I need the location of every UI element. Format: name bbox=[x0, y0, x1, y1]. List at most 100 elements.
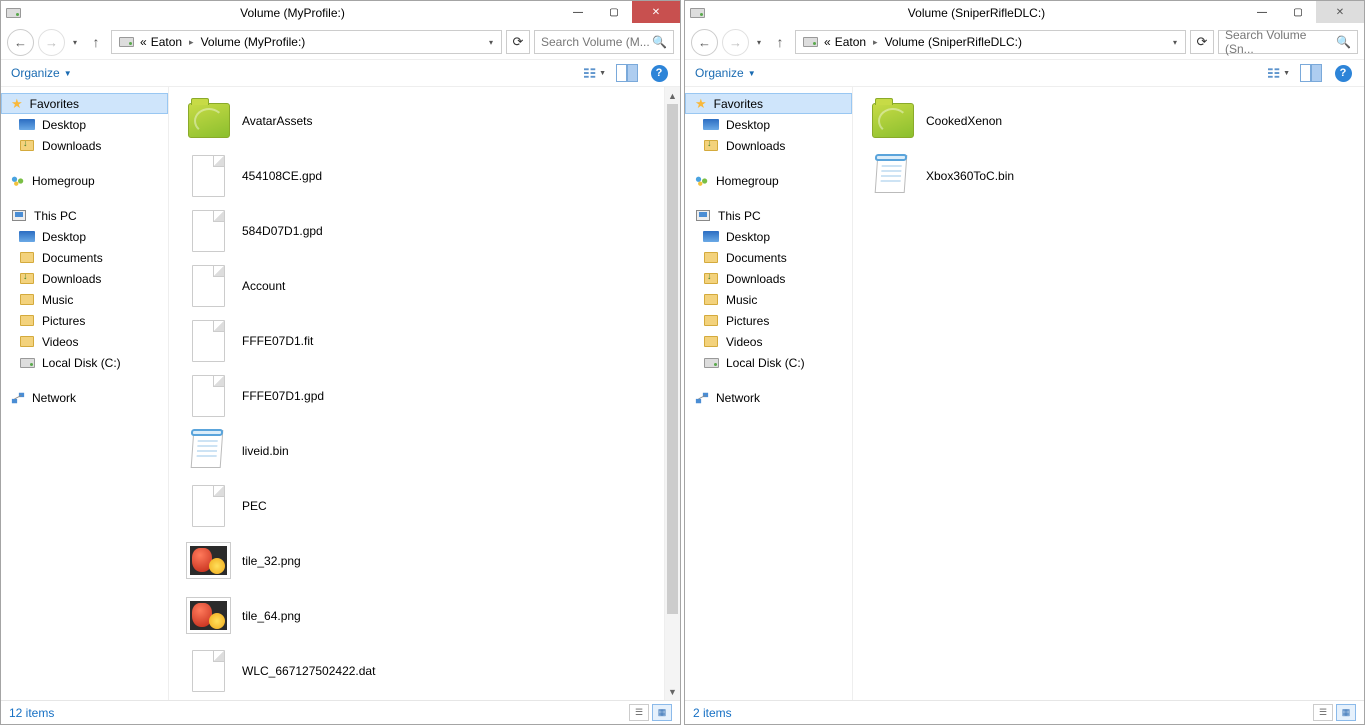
close-button[interactable]: ✕ bbox=[1316, 1, 1364, 23]
history-dropdown[interactable]: ▾ bbox=[753, 38, 765, 47]
file-item[interactable]: FFFE07D1.fit bbox=[181, 313, 664, 368]
nav-item-desktop[interactable]: Desktop bbox=[1, 114, 168, 135]
address-bar[interactable]: « Eaton ▸ Volume (SniperRifleDLC:) ▾ bbox=[795, 30, 1186, 54]
breadcrumb-seg[interactable]: Eaton bbox=[835, 35, 866, 49]
file-item[interactable]: Account bbox=[181, 258, 664, 313]
nav-item-desktop[interactable]: Desktop bbox=[685, 226, 852, 247]
window-title: Volume (SniperRifleDLC:) bbox=[709, 1, 1244, 25]
nav-item-downloads[interactable]: Downloads bbox=[685, 135, 852, 156]
nav-item-music[interactable]: Music bbox=[1, 289, 168, 310]
back-button[interactable]: ← bbox=[691, 29, 718, 56]
file-item[interactable]: AvatarAssets bbox=[181, 93, 664, 148]
nav-label: Homegroup bbox=[716, 174, 779, 188]
vertical-scrollbar[interactable]: ▲ ▼ bbox=[664, 87, 680, 700]
nav-homegroup[interactable]: Homegroup bbox=[685, 170, 852, 191]
search-input[interactable]: Search Volume (M... 🔍 bbox=[534, 30, 674, 54]
desktop-icon bbox=[19, 229, 35, 245]
file-item[interactable]: liveid.bin bbox=[181, 423, 664, 478]
view-options-button[interactable]: ▼ bbox=[1268, 62, 1290, 84]
file-item[interactable]: tile_32.png bbox=[181, 533, 664, 588]
file-item[interactable]: FFFE07D1.gpd bbox=[181, 368, 664, 423]
titlebar[interactable]: Volume (MyProfile:) — ▢ ✕ bbox=[1, 1, 680, 25]
scroll-track[interactable] bbox=[665, 104, 680, 683]
nav-item-downloads[interactable]: Downloads bbox=[1, 135, 168, 156]
file-item[interactable]: tile_64.png bbox=[181, 588, 664, 643]
chevron-down-icon: ▼ bbox=[64, 69, 72, 78]
files-pane[interactable]: AvatarAssets 454108CE.gpd 584D07D1.gpd A… bbox=[169, 87, 680, 700]
forward-button[interactable]: → bbox=[38, 29, 65, 56]
history-dropdown[interactable]: ▾ bbox=[69, 38, 81, 47]
file-item[interactable]: PEC bbox=[181, 478, 664, 533]
details-view-button[interactable]: ☰ bbox=[629, 704, 649, 721]
up-button[interactable]: ↑ bbox=[85, 30, 107, 54]
scroll-up-button[interactable]: ▲ bbox=[665, 87, 680, 104]
view-options-button[interactable]: ▼ bbox=[584, 62, 606, 84]
organize-menu[interactable]: Organize ▼ bbox=[11, 66, 72, 80]
help-button[interactable]: ? bbox=[1332, 62, 1354, 84]
minimize-button[interactable]: — bbox=[560, 1, 596, 23]
nav-label: Homegroup bbox=[32, 174, 95, 188]
nav-homegroup[interactable]: Homegroup bbox=[1, 170, 168, 191]
close-button[interactable]: ✕ bbox=[632, 1, 680, 23]
nav-label: Music bbox=[726, 293, 757, 307]
nav-this-pc[interactable]: This PC bbox=[685, 205, 852, 226]
tiles-view-button[interactable]: ▦ bbox=[1336, 704, 1356, 721]
files-pane[interactable]: CookedXenon Xbox360ToC.bin bbox=[853, 87, 1364, 700]
help-icon: ? bbox=[1335, 65, 1352, 82]
titlebar[interactable]: Volume (SniperRifleDLC:) — ▢ ✕ bbox=[685, 1, 1364, 25]
file-item[interactable]: 454108CE.gpd bbox=[181, 148, 664, 203]
preview-pane-button[interactable] bbox=[616, 62, 638, 84]
nav-network[interactable]: Network bbox=[1, 387, 168, 408]
maximize-button[interactable]: ▢ bbox=[1280, 1, 1316, 23]
preview-pane-button[interactable] bbox=[1300, 62, 1322, 84]
nav-favorites[interactable]: ★ Favorites bbox=[685, 93, 852, 114]
address-dropdown[interactable]: ▾ bbox=[1169, 38, 1181, 47]
tiles-view-button[interactable]: ▦ bbox=[652, 704, 672, 721]
nav-item-videos[interactable]: Videos bbox=[1, 331, 168, 352]
help-button[interactable]: ? bbox=[648, 62, 670, 84]
maximize-button[interactable]: ▢ bbox=[596, 1, 632, 23]
breadcrumb-seg[interactable]: Eaton bbox=[151, 35, 182, 49]
breadcrumb-prefix[interactable]: « bbox=[140, 35, 147, 49]
minimize-button[interactable]: — bbox=[1244, 1, 1280, 23]
nav-item-documents[interactable]: Documents bbox=[1, 247, 168, 268]
nav-item-local-disk-c-[interactable]: Local Disk (C:) bbox=[1, 352, 168, 373]
file-label: AvatarAssets bbox=[242, 114, 312, 128]
breadcrumb-seg[interactable]: Volume (SniperRifleDLC:) bbox=[885, 35, 1022, 49]
nav-this-pc[interactable]: This PC bbox=[1, 205, 168, 226]
chevron-right-icon[interactable]: ▸ bbox=[186, 37, 197, 48]
chevron-right-icon[interactable]: ▸ bbox=[870, 37, 881, 48]
nav-item-documents[interactable]: Documents bbox=[685, 247, 852, 268]
nav-label: Local Disk (C:) bbox=[726, 356, 805, 370]
nav-item-pictures[interactable]: Pictures bbox=[685, 310, 852, 331]
search-icon: 🔍 bbox=[1336, 35, 1351, 49]
up-button[interactable]: ↑ bbox=[769, 30, 791, 54]
nav-item-desktop[interactable]: Desktop bbox=[1, 226, 168, 247]
nav-favorites[interactable]: ★ Favorites bbox=[1, 93, 168, 114]
address-bar[interactable]: « Eaton ▸ Volume (MyProfile:) ▾ bbox=[111, 30, 502, 54]
details-view-button[interactable]: ☰ bbox=[1313, 704, 1333, 721]
nav-item-music[interactable]: Music bbox=[685, 289, 852, 310]
address-dropdown[interactable]: ▾ bbox=[485, 38, 497, 47]
nav-item-pictures[interactable]: Pictures bbox=[1, 310, 168, 331]
nav-item-videos[interactable]: Videos bbox=[685, 331, 852, 352]
file-item[interactable]: CookedXenon bbox=[865, 93, 1348, 148]
scroll-down-button[interactable]: ▼ bbox=[665, 683, 680, 700]
forward-button[interactable]: → bbox=[722, 29, 749, 56]
nav-item-desktop[interactable]: Desktop bbox=[685, 114, 852, 135]
breadcrumb-prefix[interactable]: « bbox=[824, 35, 831, 49]
breadcrumb-seg[interactable]: Volume (MyProfile:) bbox=[201, 35, 306, 49]
file-item[interactable]: 584D07D1.gpd bbox=[181, 203, 664, 258]
organize-menu[interactable]: Organize ▼ bbox=[695, 66, 756, 80]
back-button[interactable]: ← bbox=[7, 29, 34, 56]
search-input[interactable]: Search Volume (Sn... 🔍 bbox=[1218, 30, 1358, 54]
nav-network[interactable]: Network bbox=[685, 387, 852, 408]
refresh-button[interactable]: ⟳ bbox=[506, 30, 530, 54]
scroll-thumb[interactable] bbox=[667, 104, 678, 614]
nav-item-downloads[interactable]: Downloads bbox=[685, 268, 852, 289]
nav-item-local-disk-c-[interactable]: Local Disk (C:) bbox=[685, 352, 852, 373]
refresh-button[interactable]: ⟳ bbox=[1190, 30, 1214, 54]
nav-item-downloads[interactable]: Downloads bbox=[1, 268, 168, 289]
file-item[interactable]: WLC_667127502422.dat bbox=[181, 643, 664, 698]
file-item[interactable]: Xbox360ToC.bin bbox=[865, 148, 1348, 203]
